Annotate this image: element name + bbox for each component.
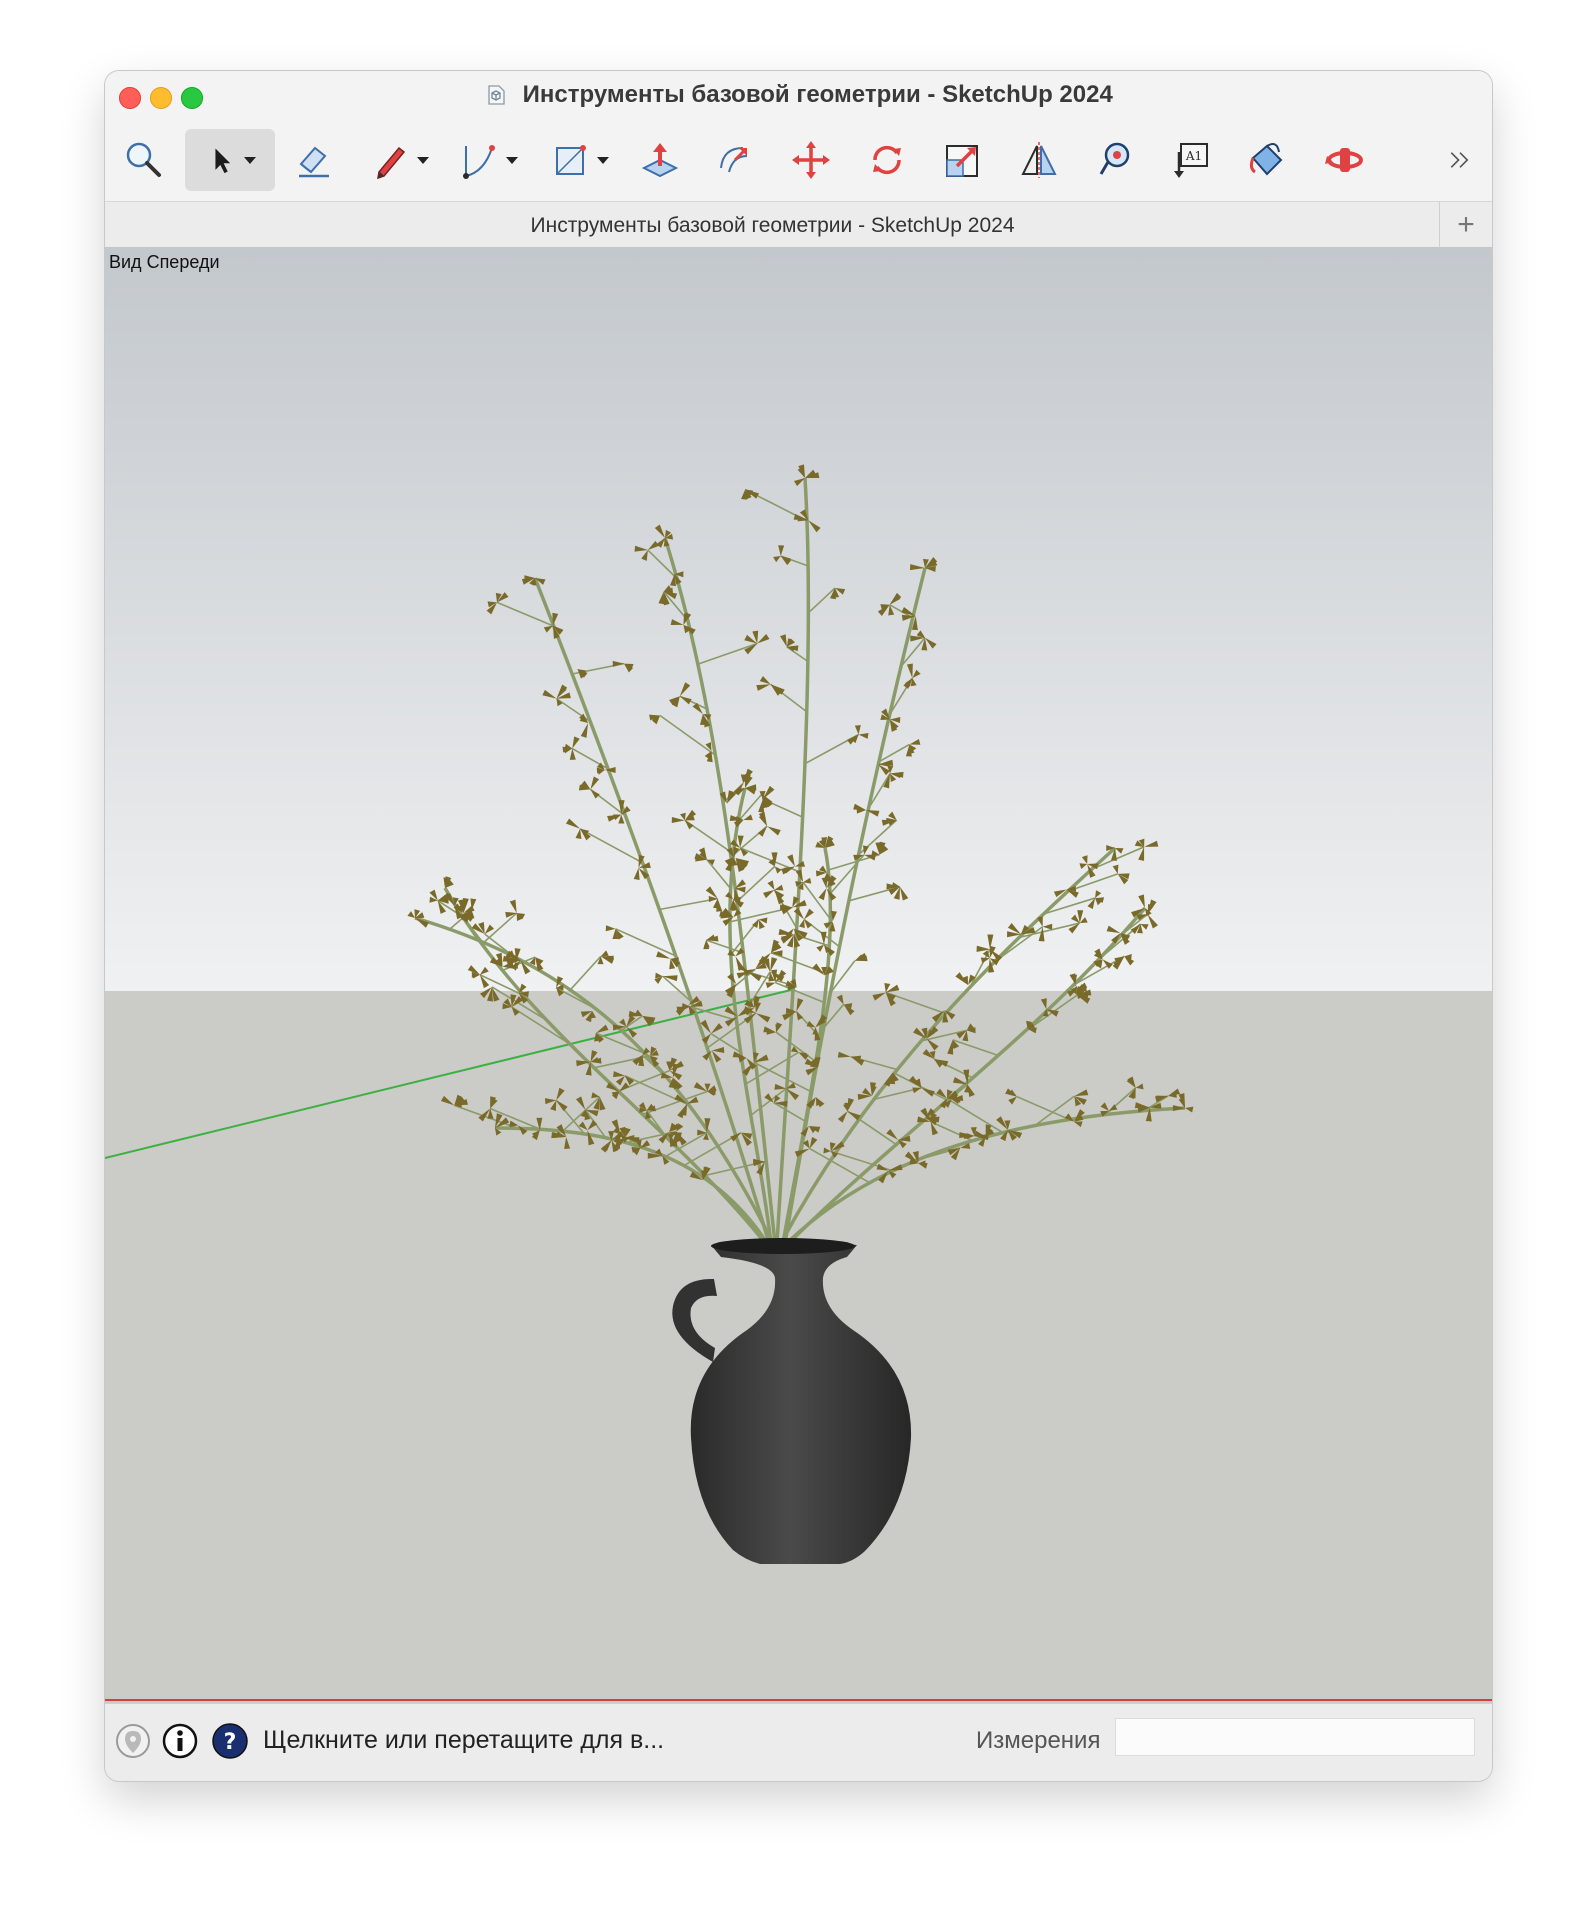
rotate-tool-button[interactable] <box>859 129 915 191</box>
flip-tool-button[interactable] <box>1011 129 1067 191</box>
svg-text:A1: A1 <box>1185 149 1202 163</box>
scene-canvas[interactable] <box>105 248 1492 1703</box>
offset-tool-button[interactable] <box>707 129 763 191</box>
more-tools-button[interactable] <box>1438 129 1482 191</box>
document-tab[interactable]: Инструменты базовой геометрии - SketchUp… <box>105 214 1440 238</box>
toolbar: A1 <box>105 121 1492 201</box>
sketchup-document-icon <box>488 85 505 105</box>
status-bar: ? Щелкните или перетащите для в... Измер… <box>105 1703 1492 1781</box>
measurements-input[interactable] <box>1115 1718 1475 1756</box>
title-bar: Инструменты базовой геометрии - SketchUp… <box>105 71 1492 121</box>
window-title: Инструменты базовой геометрии - SketchUp… <box>522 81 1113 108</box>
svg-text:?: ? <box>224 1730 237 1755</box>
model-viewport[interactable]: Вид Спереди <box>105 248 1492 1703</box>
orbit-icon <box>1325 148 1363 172</box>
offset-icon <box>720 147 748 173</box>
tape-measure-icon <box>1099 142 1130 175</box>
app-window: Инструменты базовой геометрии - SketchUp… <box>105 71 1492 1781</box>
arc-tool-button[interactable] <box>450 129 526 191</box>
chevron-down-icon[interactable] <box>506 156 518 164</box>
info-icon[interactable] <box>162 1723 198 1759</box>
document-tab-bar: Инструменты базовой геометрии - SketchUp… <box>105 201 1492 248</box>
move-icon <box>792 141 830 179</box>
tape-measure-tool-button[interactable] <box>1087 129 1143 191</box>
scale-icon <box>946 145 978 177</box>
scale-tool-button[interactable] <box>935 129 991 191</box>
rotate-icon <box>873 145 901 175</box>
orbit-tool-button[interactable] <box>1317 129 1373 191</box>
push-pull-tool-button[interactable] <box>632 129 688 191</box>
magnifier-icon <box>126 142 161 177</box>
arc-icon <box>463 145 495 179</box>
text-tool-button[interactable]: A1 <box>1163 129 1219 191</box>
arrow-cursor-icon <box>215 148 231 174</box>
push-pull-icon <box>641 143 679 178</box>
shape-tool-button[interactable] <box>541 129 617 191</box>
rectangle-icon <box>556 145 586 175</box>
zoom-tool-button[interactable] <box>115 129 171 191</box>
chevron-down-icon[interactable] <box>417 156 429 164</box>
pencil-icon <box>377 146 406 180</box>
measurements-label: Измерения <box>976 1727 1101 1754</box>
help-icon[interactable]: ? <box>212 1723 248 1759</box>
chevron-double-right-icon <box>1450 152 1469 168</box>
flip-icon <box>1021 142 1057 178</box>
add-tab-button[interactable]: + <box>1439 202 1492 248</box>
move-tool-button[interactable] <box>783 129 839 191</box>
chevron-down-icon[interactable] <box>244 156 256 164</box>
paint-bucket-icon <box>1249 143 1283 176</box>
paint-bucket-tool-button[interactable] <box>1239 129 1295 191</box>
eraser-tool-button[interactable] <box>285 129 341 191</box>
scene-label: Вид Спереди <box>109 252 220 272</box>
geolocation-icon[interactable] <box>115 1723 151 1759</box>
status-hint: Щелкните или перетащите для в... <box>263 1726 665 1754</box>
select-tool-button[interactable] <box>185 129 275 191</box>
line-tool-button[interactable] <box>361 129 437 191</box>
eraser-icon <box>299 146 329 178</box>
text-label-icon: A1 <box>1174 143 1208 178</box>
chevron-down-icon[interactable] <box>597 156 609 164</box>
